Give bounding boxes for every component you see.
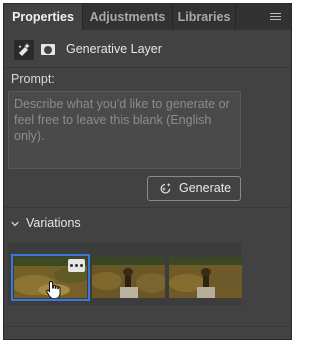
prompt-label: Prompt:: [11, 72, 55, 86]
section-divider: [4, 67, 291, 68]
chevron-down-icon: [11, 221, 19, 227]
layer-info-row: Generative Layer: [4, 30, 291, 68]
variation-thumbnail-3[interactable]: [169, 257, 242, 298]
layer-title: Generative Layer: [66, 42, 162, 56]
tab-properties[interactable]: Properties: [4, 4, 82, 30]
variation-thumbnail-2[interactable]: [92, 257, 165, 298]
variation-image: [169, 257, 242, 298]
section-divider: [4, 326, 291, 327]
layer-mask-icon: [41, 44, 55, 55]
tab-adjustments[interactable]: Adjustments: [83, 4, 172, 30]
variation-image: [92, 257, 165, 298]
panel-menu-icon[interactable]: [270, 13, 281, 21]
tab-separator: [235, 4, 236, 30]
panel-tab-bar: Properties Adjustments Libraries: [4, 4, 291, 30]
tab-libraries[interactable]: Libraries: [173, 4, 235, 30]
variation-thumbnail-1[interactable]: [11, 254, 90, 301]
generate-sparkle-icon: [160, 182, 171, 194]
variations-strip: [8, 243, 242, 305]
generate-button[interactable]: Generate: [147, 176, 241, 201]
prompt-input[interactable]: [8, 91, 241, 169]
more-options-icon[interactable]: [68, 259, 85, 272]
variations-label: Variations: [26, 216, 81, 230]
generative-layer-icon: [14, 40, 34, 60]
generate-button-label: Generate: [179, 181, 232, 195]
properties-panel: Properties Adjustments Libraries Generat…: [3, 3, 292, 340]
section-divider: [4, 207, 291, 208]
